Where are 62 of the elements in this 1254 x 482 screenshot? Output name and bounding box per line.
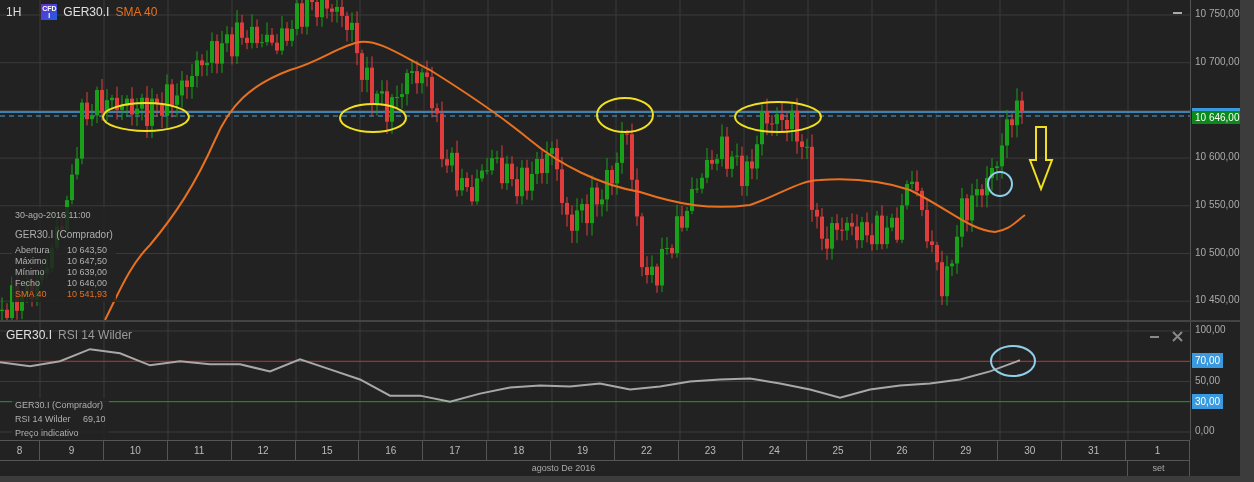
down-arrow (1028, 126, 1054, 192)
info-label: Abertura (15, 245, 51, 255)
info-title: GER30.I (Comprador) (15, 229, 113, 240)
indicator-label: SMA 40 (115, 5, 158, 19)
close-icon[interactable] (1172, 331, 1183, 342)
price-tick: 10 750,00 (1195, 8, 1240, 19)
info-label: RSI 14 Wilder (15, 414, 72, 424)
level-tag: 30,00 (1192, 393, 1224, 409)
minimize-icon[interactable] (1150, 336, 1159, 338)
date-tick: 10 (103, 441, 168, 460)
date-tick: 12 (231, 441, 296, 460)
date-tick: 31 (1062, 441, 1127, 460)
date-tick: 22 (615, 441, 679, 460)
date-tick: 24 (742, 441, 807, 460)
price-tick: 10 700,00 (1195, 55, 1240, 67)
date-tick: 19 (551, 441, 615, 460)
rsi-tick: 50,00 (1195, 374, 1221, 386)
date-tick: 23 (678, 441, 743, 460)
info-value: 10 643,50 (67, 245, 108, 255)
highlight-ellipse (596, 97, 654, 133)
highlight-circle (987, 171, 1013, 197)
highlight-ellipse (339, 103, 407, 133)
symbol-label: GER30.I (63, 5, 110, 19)
date-tick: 30 (998, 441, 1063, 460)
date-tick: 18 (487, 441, 552, 460)
date-tick: 1 (1126, 441, 1190, 460)
date-tick: 17 (423, 441, 488, 460)
info-value: 69,10 (83, 414, 106, 424)
month-label: set (1128, 461, 1190, 476)
info-label: Mínimo (15, 267, 46, 277)
info-label: Fecho (15, 278, 41, 288)
date-tick: 25 (806, 441, 871, 460)
price-tick: 10 500,00 (1195, 246, 1240, 258)
info-value: 10 541,93 (67, 289, 108, 299)
info-title: GER30.I (Comprador) (15, 400, 105, 410)
info-value: 10 639,00 (67, 267, 108, 277)
price-tick: 10 450,00 (1195, 294, 1240, 306)
info-value: 10 646,00 (67, 278, 108, 288)
info-note: Preço indicativo (15, 428, 80, 438)
date-tick: 9 (40, 441, 104, 460)
timeframe-label: 1H (6, 5, 22, 19)
level-tag: 70,00 (1192, 353, 1224, 369)
price-tick: 10 600,00 (1195, 151, 1240, 163)
rsi-tick: 100,00 (1195, 324, 1226, 335)
date-tick: 8 (0, 441, 40, 460)
info-value: 10 647,50 (67, 256, 108, 266)
date-tick: 26 (870, 441, 935, 460)
date-tick: 15 (295, 441, 360, 460)
rsi-tick: 0,00 (1195, 425, 1215, 436)
info-datetime: 30-ago-2016 11:00 (15, 210, 92, 220)
minimize-icon[interactable] (1173, 12, 1182, 14)
date-tick: 16 (359, 441, 424, 460)
current-price-tag: 10 646,00 (1192, 108, 1240, 124)
info-label: SMA 40 (15, 289, 48, 299)
month-label: agosto De 2016 (0, 461, 1128, 476)
date-tick: 29 (934, 441, 999, 460)
date-tick: 11 (167, 441, 232, 460)
price-tick: 10 550,00 (1195, 198, 1240, 210)
info-label: Máximo (15, 256, 48, 266)
highlight-ellipse (990, 345, 1036, 377)
indicator-label: RSI 14 Wilder (58, 328, 133, 342)
symbol-label: GER30.I (6, 328, 53, 342)
